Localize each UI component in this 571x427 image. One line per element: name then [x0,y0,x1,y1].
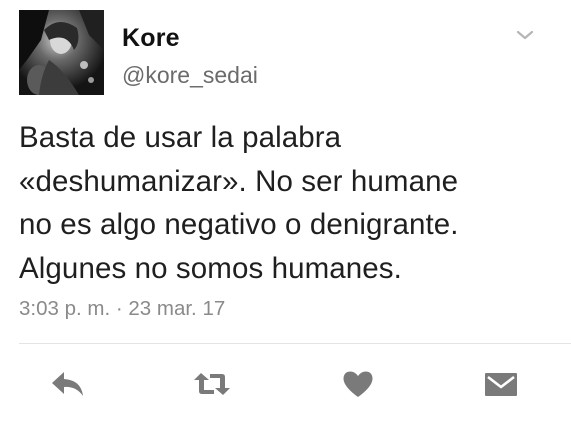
display-name[interactable]: Kore [122,24,180,53]
direct-message-button[interactable] [481,364,521,404]
tweet-text-line: no es algo negativo o denigrante. [19,208,459,241]
tweet-text-line: Basta de usar la palabra [19,121,342,154]
tweet-text-line: Algunes no somos humanes. [19,251,402,285]
avatar[interactable] [19,10,104,95]
divider [19,343,571,344]
tweet-text: Basta de usar la palabra «deshumanizar».… [19,116,559,290]
user-handle[interactable]: @kore_sedai [122,62,258,89]
chevron-down-icon[interactable] [514,26,536,44]
like-button[interactable] [338,364,378,404]
tweet-card: Kore @kore_sedai Basta de usar la palabr… [0,0,571,427]
reply-icon [52,372,83,396]
retweet-button[interactable] [192,364,232,404]
heart-icon [343,371,373,397]
timestamp[interactable]: 3:03 p. m. · 23 mar. 17 [19,297,225,321]
reply-button[interactable] [48,364,88,404]
avatar-image [19,10,104,95]
tweet-text-line: «deshumanizar». No ser humane [19,164,459,198]
envelope-icon [485,373,517,396]
retweet-icon [194,373,230,395]
